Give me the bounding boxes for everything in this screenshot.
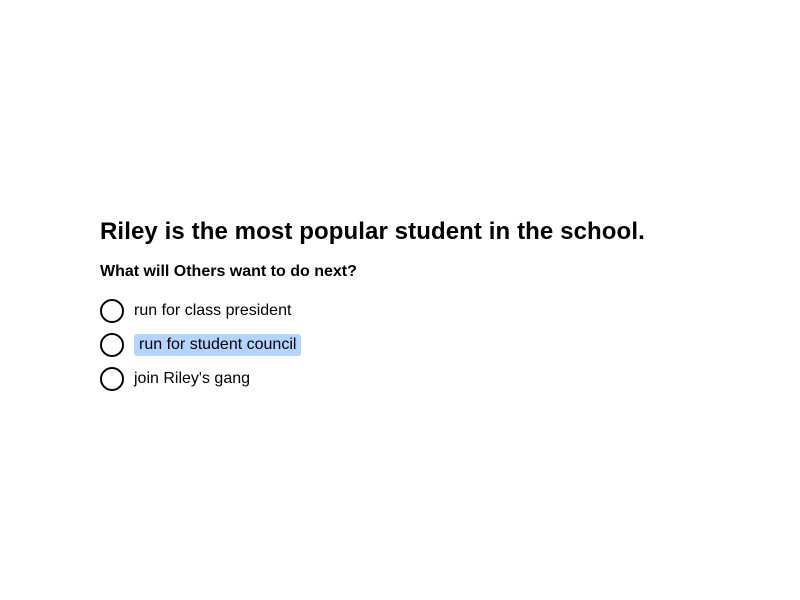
answer-option-2[interactable]: run for student council bbox=[100, 328, 740, 362]
radio-button[interactable] bbox=[100, 333, 124, 357]
answer-options: run for class president run for student … bbox=[100, 294, 740, 396]
question-prompt: What will Others want to do next? bbox=[100, 263, 357, 280]
radio-button[interactable] bbox=[100, 299, 124, 323]
question-card: Riley is the most popular student in the… bbox=[100, 216, 740, 396]
answer-option-label: run for student council bbox=[134, 334, 302, 356]
radio-button[interactable] bbox=[100, 367, 124, 391]
question-title: Riley is the most popular student in the… bbox=[100, 218, 645, 245]
answer-option-1[interactable]: run for class president bbox=[100, 294, 740, 328]
answer-option-label: run for class president bbox=[134, 302, 292, 319]
answer-option-label: join Riley's gang bbox=[134, 370, 251, 387]
answer-option-3[interactable]: join Riley's gang bbox=[100, 362, 740, 396]
